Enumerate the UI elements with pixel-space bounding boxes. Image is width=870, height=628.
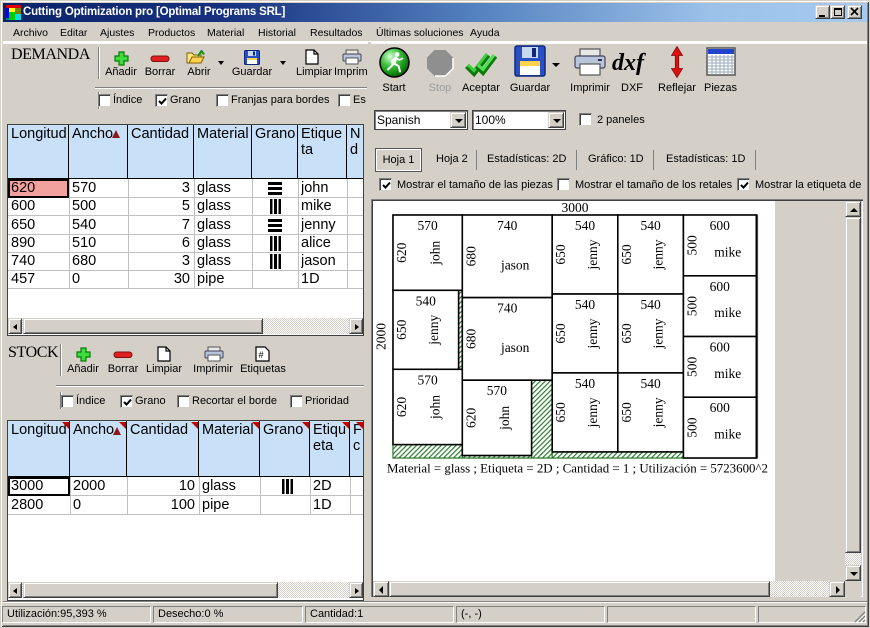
svg-text:Material = glass ; Etiqueta =: Material = glass ; Etiqueta = 2D ; Canti…: [387, 462, 768, 476]
svg-text:jenny: jenny: [651, 397, 666, 428]
svg-text:500: 500: [684, 235, 699, 256]
svg-text:570: 570: [487, 383, 508, 398]
svg-text:540: 540: [575, 297, 596, 312]
svg-text:jenny: jenny: [585, 397, 600, 428]
svg-text:500: 500: [684, 357, 699, 378]
svg-text:650: 650: [553, 244, 568, 265]
svg-text:650: 650: [394, 319, 409, 340]
svg-text:540: 540: [640, 297, 661, 312]
svg-text:500: 500: [684, 417, 699, 438]
svg-text:650: 650: [553, 323, 568, 344]
svg-text:600: 600: [710, 279, 731, 294]
svg-text:540: 540: [640, 376, 661, 391]
svg-text:540: 540: [640, 218, 661, 233]
svg-text:600: 600: [710, 340, 731, 355]
svg-text:mike: mike: [714, 305, 741, 320]
svg-text:540: 540: [575, 218, 596, 233]
svg-text:500: 500: [684, 296, 699, 317]
svg-text:740: 740: [497, 301, 518, 316]
svg-text:600: 600: [710, 218, 731, 233]
svg-text:mike: mike: [714, 244, 741, 259]
svg-text:mike: mike: [714, 366, 741, 381]
svg-text:john: john: [428, 395, 443, 420]
svg-text:john: john: [428, 240, 443, 265]
svg-text:2000: 2000: [374, 323, 389, 350]
svg-text:mike: mike: [714, 427, 741, 442]
svg-text:600: 600: [710, 400, 731, 415]
svg-text:570: 570: [417, 218, 438, 233]
svg-text:jenny: jenny: [651, 239, 666, 270]
svg-text:650: 650: [553, 402, 568, 423]
svg-text:680: 680: [463, 246, 478, 266]
svg-text:3000: 3000: [562, 201, 589, 215]
svg-text:john: john: [497, 406, 512, 431]
svg-text:620: 620: [394, 397, 409, 418]
svg-text:jenny: jenny: [426, 315, 441, 346]
svg-text:540: 540: [575, 376, 596, 391]
svg-text:650: 650: [619, 244, 634, 265]
svg-text:570: 570: [417, 372, 438, 387]
svg-text:650: 650: [619, 323, 634, 344]
svg-text:jenny: jenny: [651, 318, 666, 349]
svg-text:680: 680: [463, 329, 478, 350]
svg-text:650: 650: [619, 402, 634, 423]
svg-text:540: 540: [416, 293, 437, 308]
svg-text:jenny: jenny: [585, 318, 600, 349]
svg-text:620: 620: [394, 242, 409, 263]
svg-text:jenny: jenny: [585, 239, 600, 270]
svg-text:jason: jason: [500, 258, 530, 273]
svg-text:jason: jason: [500, 340, 530, 355]
svg-text:620: 620: [463, 408, 478, 429]
svg-text:#: #: [259, 350, 264, 360]
svg-text:740: 740: [497, 218, 518, 233]
